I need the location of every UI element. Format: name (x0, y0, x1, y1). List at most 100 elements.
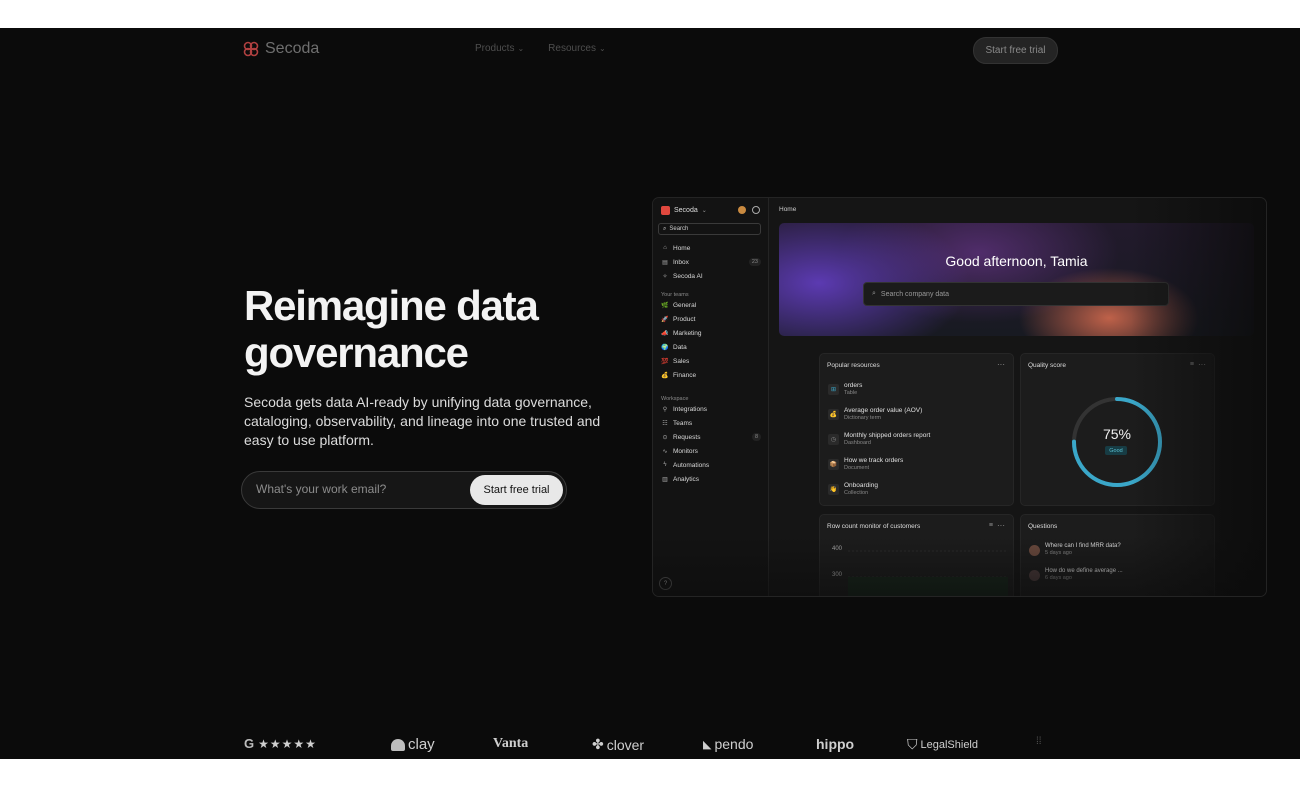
sparkle-icon: ✧ (662, 273, 668, 280)
sidebar-item-sales[interactable]: 💯 Sales (661, 354, 761, 368)
help-button[interactable]: ? (659, 577, 672, 590)
nav-start-trial-button[interactable]: Start free trial (973, 37, 1058, 64)
sidebar-item-label: Secoda AI (673, 272, 703, 280)
sidebar-item-marketing[interactable]: 📣 Marketing (661, 326, 761, 340)
question-text: How do we define average ... (1045, 568, 1123, 574)
sidebar-item-label: Sales (673, 357, 690, 365)
nav-resources[interactable]: Resources ⌄ (548, 43, 606, 54)
nav-products[interactable]: Products ⌄ (475, 43, 524, 54)
card-title: Row count monitor of customers (827, 523, 921, 530)
clay-logo: clay (391, 736, 435, 753)
company-search-placeholder: Search company data (880, 290, 950, 298)
y-tick-label: 400 (832, 546, 843, 552)
hippo-logo: hippo (816, 736, 854, 752)
sidebar-item-automations[interactable]: ϟ Automations (661, 458, 761, 472)
hero-subtitle: Secoda gets data AI-ready by unifying da… (244, 394, 601, 448)
sidebar-item-inbox[interactable]: ▤ Inbox 23 (661, 255, 761, 269)
money-bag-icon: 💰 (828, 409, 839, 420)
brand-logo[interactable]: Secoda (243, 40, 319, 58)
welcome-banner: Good afternoon, Tamia ⌕ Search company d… (779, 223, 1254, 336)
section-label-workspace: Workspace (661, 396, 689, 402)
pendo-logo: ◣ pendo (703, 736, 753, 752)
settings-icon[interactable] (752, 206, 760, 214)
quality-score-value: 75% (1102, 426, 1132, 442)
resource-type: Collection (844, 490, 869, 496)
sidebar-item-requests[interactable]: ⊙ Requests 8 (661, 430, 761, 444)
brand-name: clover (606, 736, 645, 753)
sidebar-item-label: Data (673, 343, 687, 351)
table-icon: ⊞ (828, 384, 839, 395)
clover-mark-icon: ✤ (592, 736, 604, 752)
more-icon[interactable]: ··· (1198, 360, 1206, 369)
sidebar-teams: Your teams 🌿 General 🚀 Product 📣 Marketing … (661, 285, 761, 382)
money-bag-icon: 💰 (661, 372, 669, 379)
sidebar-item-analytics[interactable]: ▥ Analytics (661, 472, 761, 486)
shield-icon: ⛉ (907, 736, 918, 752)
sidebar-item-data[interactable]: 🌍 Data (661, 340, 761, 354)
workspace-logo-icon (661, 206, 670, 215)
question-circle-icon: ⊙ (662, 434, 668, 441)
sidebar-item-monitors[interactable]: ∿ Monitors (661, 444, 761, 458)
globe-icon: 🌍 (661, 344, 669, 351)
nav-menu: Products ⌄ Resources ⌄ (475, 43, 606, 54)
rocket-icon: 🚀 (661, 316, 669, 323)
resource-type: Table (844, 390, 858, 396)
top-nav: Secoda Products ⌄ Resources ⌄ Start free… (0, 28, 1300, 72)
resource-item[interactable]: 💰 Average order value (AOV) Dictionary te… (828, 407, 1008, 429)
nav-products-label: Products (475, 43, 515, 54)
sidebar-item-label: Integrations (673, 405, 707, 413)
sidebar-item-teams[interactable]: ☷ Teams (661, 416, 761, 430)
filter-icon[interactable]: ≡ (1190, 361, 1194, 368)
filter-icon[interactable]: ≡ (989, 522, 993, 529)
gauge-ring (1072, 397, 1162, 487)
sidebar-item-label: Teams (673, 419, 693, 427)
g2-logo-icon: G (244, 736, 255, 751)
avatar[interactable] (738, 206, 746, 214)
work-email-input[interactable]: What's your work email? (256, 482, 386, 496)
sidebar-item-general[interactable]: 🌿 General (661, 298, 761, 312)
sidebar-item-label: Monitors (673, 447, 698, 455)
card-title: Questions (1028, 523, 1058, 530)
resource-name: Average order value (AOV) (844, 407, 923, 414)
email-signup-form: What's your work email? Start free trial (241, 471, 567, 509)
quality-gauge: 75% Good (1069, 394, 1165, 490)
question-item[interactable]: Where can I find MRR data? 5 days ago (1029, 543, 1209, 565)
popular-resources-card: Popular resources ··· ⊞ orders Table 💰 Av… (819, 353, 1014, 506)
quality-score-card: Quality score ≡ ··· 75% Good (1020, 353, 1215, 506)
question-text: Where can I find MRR data? (1045, 543, 1121, 549)
secoda-logo-icon (243, 41, 259, 57)
breadcrumb[interactable]: Home (779, 206, 796, 213)
clay-mark-icon (391, 738, 405, 751)
brand-name: Secoda (265, 40, 320, 57)
brand-name: LegalShield (920, 738, 979, 751)
resource-item[interactable]: 👋 Onboarding Collection (828, 482, 1008, 504)
resource-type: Document (844, 465, 870, 471)
nav-resources-label: Resources (548, 43, 596, 54)
bolt-icon: ϟ (663, 462, 667, 468)
more-icon[interactable]: ··· (997, 521, 1005, 530)
resource-item[interactable]: 📦 How we track orders Document (828, 457, 1008, 479)
sidebar-item-label: Finance (673, 371, 697, 379)
sidebar-item-secoda-ai[interactable]: ✧ Secoda AI (661, 269, 761, 283)
sidebar-search[interactable]: ⌕ Search (658, 223, 761, 235)
question-item[interactable]: How do we define average ... 6 days ago (1029, 568, 1209, 590)
card-title: Popular resources (827, 362, 880, 369)
company-search-input[interactable]: ⌕ Search company data (863, 282, 1169, 306)
sidebar-item-finance[interactable]: 💰 Finance (661, 368, 761, 382)
sidebar-item-label: Home (673, 244, 691, 252)
sidebar-item-integrations[interactable]: ⚲ Integrations (661, 402, 761, 416)
row-count-chart (848, 550, 1008, 596)
sidebar-item-product[interactable]: 🚀 Product (661, 312, 761, 326)
grid-dots-icon: ⁞⁞ (1036, 736, 1042, 747)
more-icon[interactable]: ··· (997, 360, 1005, 369)
search-icon: ⌕ (872, 290, 876, 297)
sidebar-actions (738, 206, 760, 214)
sidebar-item-home[interactable]: ⌂ Home (661, 241, 761, 255)
resource-item[interactable]: ◷ Monthly shipped orders report Dashboard (828, 432, 1008, 454)
workspace-switcher[interactable]: Secoda ⌄ (661, 206, 707, 215)
g2-rating: G ★★★★★ (244, 736, 317, 751)
inbox-count-badge: 23 (748, 258, 761, 266)
resource-name: How we track orders (844, 457, 904, 464)
hero-start-trial-button[interactable]: Start free trial (470, 475, 563, 505)
resource-item[interactable]: ⊞ orders Table (828, 382, 1008, 404)
